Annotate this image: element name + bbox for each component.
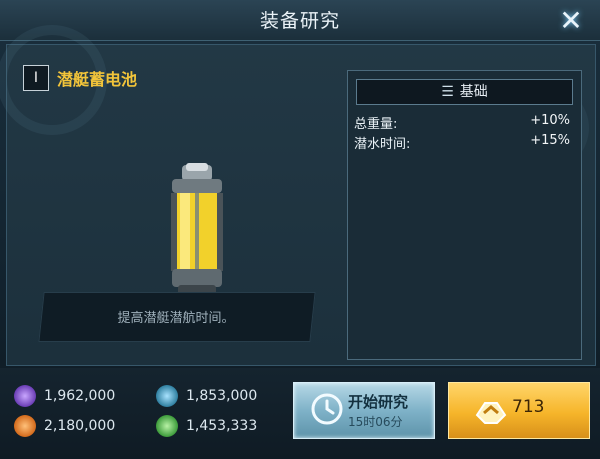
window-title: 装备研究	[259, 10, 340, 32]
stat-row: 潜水时间: +15%	[354, 133, 570, 153]
stat-label: 总重量:	[354, 117, 398, 132]
resource-value: 2,180,000	[44, 418, 116, 434]
close-icon[interactable]: ✕	[556, 6, 586, 36]
instant-finish-price: 713	[512, 397, 545, 417]
stat-label: 潜水时间:	[354, 137, 411, 152]
stats-header: ☰ 基础	[356, 79, 573, 105]
research-panel: I 潜艇蓄电池 提高潜艇潜航时间。 ☰ 基础 总重量: +10% 潜水时间: +…	[0, 25, 596, 366]
start-research-label: 开始研究	[348, 393, 409, 411]
submarine-battery-icon	[165, 163, 229, 307]
radiation-icon	[14, 385, 36, 407]
resource-value: 1,853,000	[186, 388, 258, 404]
instant-finish-button[interactable]: 713	[448, 382, 590, 439]
title-bar: 装备研究 ✕	[0, 0, 600, 41]
start-research-button[interactable]: 开始研究 15时06分	[293, 382, 435, 439]
gold-coin-icon	[475, 402, 507, 424]
crystal-icon	[156, 415, 178, 437]
energy-icon	[14, 415, 36, 437]
clock-icon	[311, 393, 343, 425]
layers-icon	[156, 385, 178, 407]
list-icon: ☰	[441, 84, 454, 100]
stat-row: 总重量: +10%	[354, 113, 570, 133]
resource-value: 1,962,000	[44, 388, 116, 404]
research-duration: 15时06分	[348, 415, 403, 429]
resource-value: 1,453,333	[186, 418, 258, 434]
research-window: 装备研究 ✕ I 潜艇蓄电池 提高潜艇潜航时间。 ☰ 基础 总重量: +10% …	[0, 0, 600, 459]
item-name: 潜艇蓄电池	[57, 70, 138, 89]
item-description: 提高潜艇潜航时间。	[117, 311, 235, 326]
stats-box: ☰ 基础 总重量: +10% 潜水时间: +15%	[347, 70, 582, 360]
level-badge: I	[23, 65, 49, 91]
stat-value: +15%	[530, 133, 570, 148]
stats-header-label: 基础	[459, 84, 488, 100]
stat-value: +10%	[530, 113, 570, 128]
